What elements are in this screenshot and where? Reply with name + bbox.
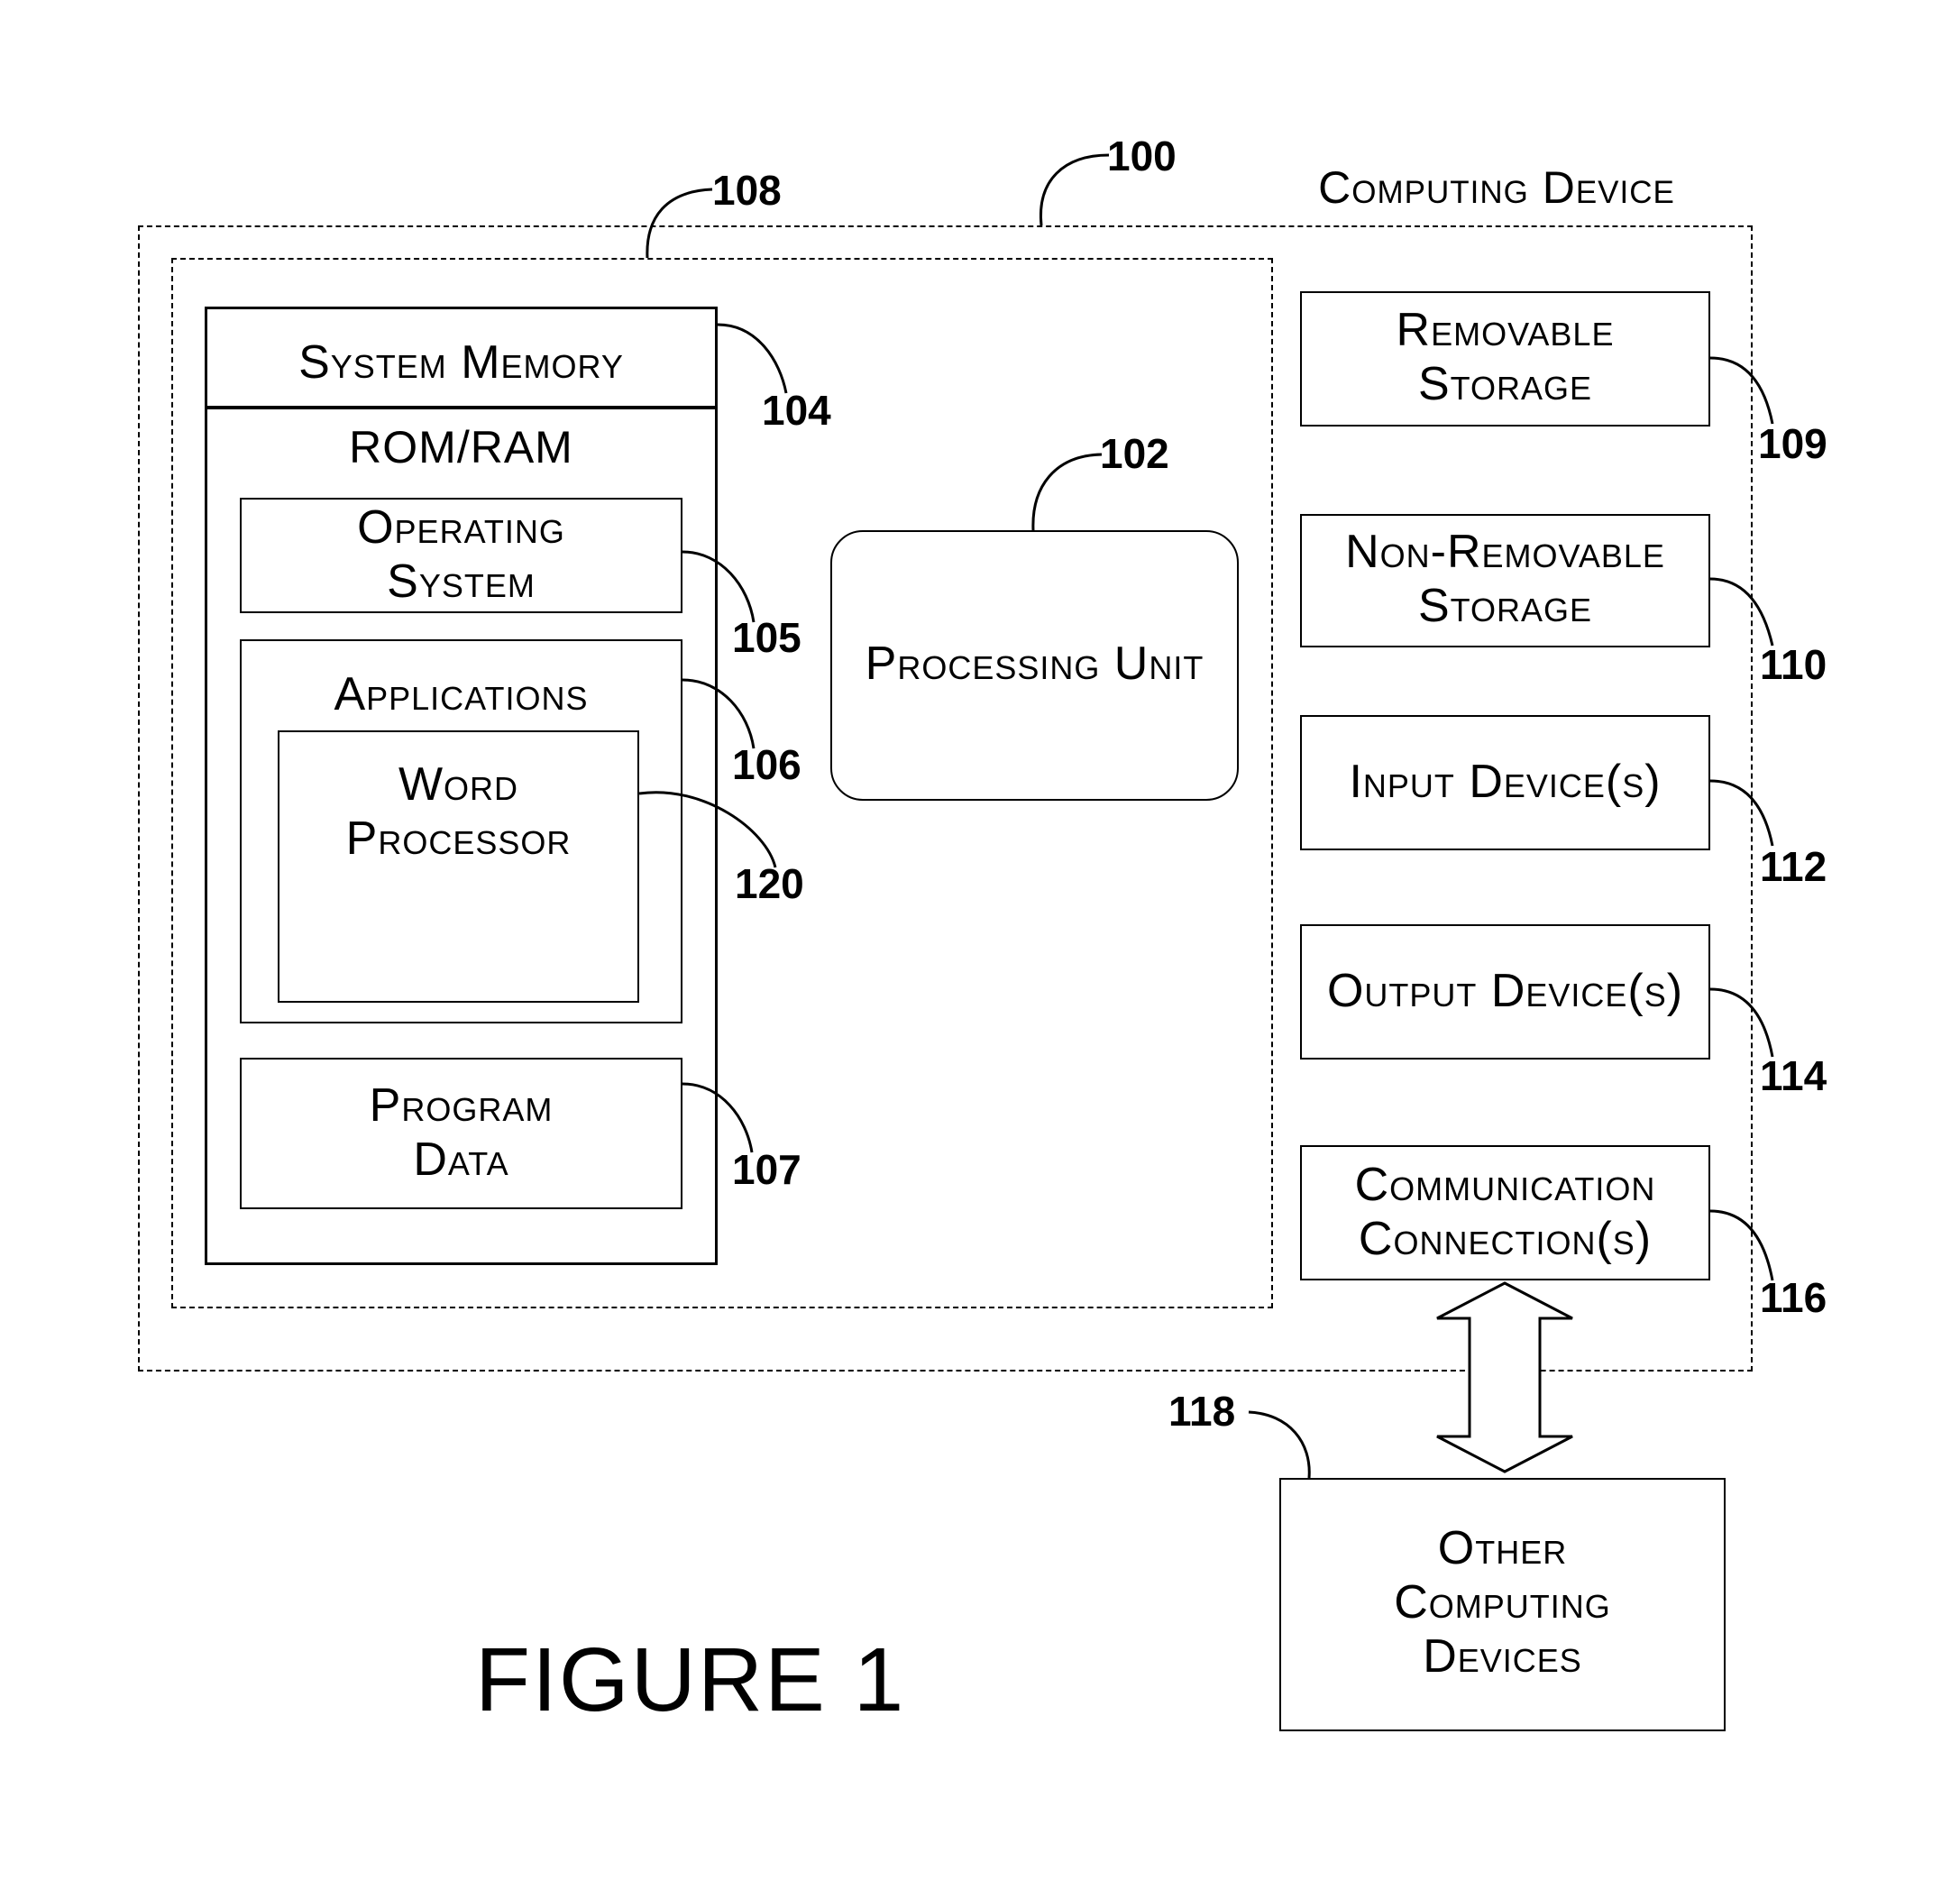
leader-106 [682, 678, 756, 749]
leader-108 [646, 188, 713, 259]
leader-100 [1039, 153, 1110, 226]
ref-104: 104 [762, 387, 831, 434]
ref-102: 102 [1100, 430, 1169, 477]
leader-107 [682, 1082, 754, 1153]
ref-114: 114 [1760, 1052, 1827, 1099]
ref-100: 100 [1107, 133, 1177, 179]
leader-120 [638, 791, 777, 868]
leader-102 [1031, 453, 1103, 531]
leader-114 [1709, 987, 1774, 1058]
ref-107: 107 [732, 1146, 801, 1193]
ref-110: 110 [1760, 641, 1827, 688]
ref-116: 116 [1760, 1274, 1827, 1321]
leader-112 [1709, 779, 1774, 847]
ref-118: 118 [1168, 1388, 1236, 1435]
ref-120: 120 [735, 860, 804, 907]
bidirectional-arrow [1436, 1281, 1573, 1473]
ref-112: 112 [1760, 843, 1827, 890]
ref-105: 105 [732, 614, 801, 661]
leader-109 [1709, 356, 1774, 425]
leader-110 [1709, 577, 1774, 647]
leader-105 [682, 550, 756, 623]
ref-109: 109 [1758, 420, 1827, 467]
figure-caption: FIGURE 1 [475, 1629, 906, 1730]
ref-108: 108 [712, 167, 782, 214]
leader-116 [1709, 1209, 1774, 1281]
ref-106: 106 [732, 741, 801, 788]
connector-lines [638, 153, 1774, 1479]
leader-118 [1248, 1410, 1311, 1479]
leader-104 [717, 323, 788, 394]
